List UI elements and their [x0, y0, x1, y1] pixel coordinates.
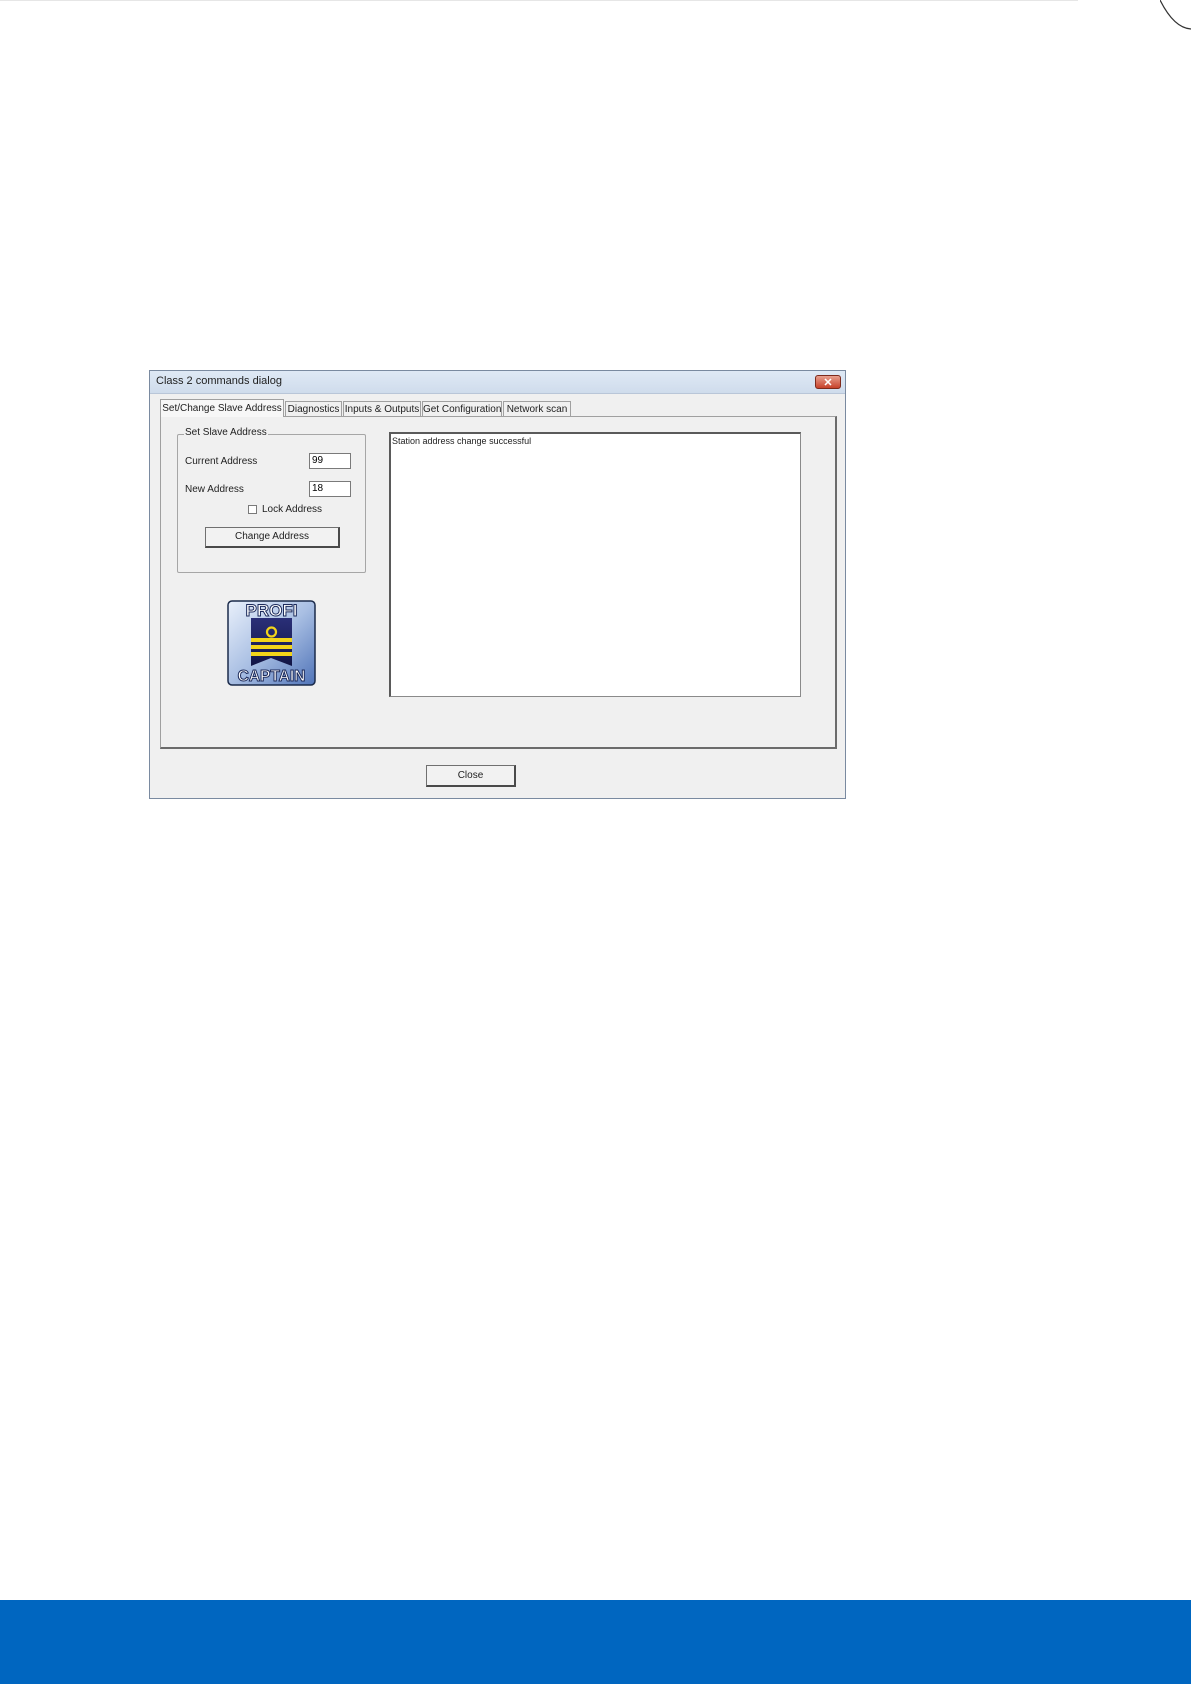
dialog-titlebar: Class 2 commands dialog ✕	[150, 371, 845, 394]
new-address-field[interactable]: 18	[309, 481, 351, 497]
dialog-title: Class 2 commands dialog	[156, 375, 282, 387]
footer-band	[0, 1600, 1191, 1684]
logo-text-captain: CAPTAIN	[238, 668, 306, 685]
tab-diagnostics[interactable]: Diagnostics	[285, 401, 342, 416]
tab-inputs-outputs[interactable]: Inputs & Outputs	[343, 401, 421, 416]
change-address-button[interactable]: Change Address	[205, 527, 340, 548]
set-slave-address-group: Set Slave Address Current Address 99 New…	[177, 427, 366, 573]
status-output-box[interactable]: Station address change successful	[389, 432, 801, 697]
page-corner-curve	[1160, 0, 1191, 30]
current-address-label: Current Address	[185, 456, 258, 467]
logo-text-profi: PROFI	[246, 601, 298, 620]
lock-address-label: Lock Address	[262, 504, 323, 515]
window-close-icon[interactable]: ✕	[815, 375, 841, 389]
tab-get-configuration[interactable]: Get Configuration	[422, 401, 502, 416]
profi-captain-logo: PROFI CAPTAIN	[227, 600, 316, 686]
tab-network-scan[interactable]: Network scan	[503, 401, 571, 416]
status-message: Station address change successful	[392, 436, 532, 446]
new-address-label: New Address	[185, 484, 244, 495]
page-top-rule	[0, 0, 1078, 1]
group-legend: Set Slave Address	[184, 427, 268, 438]
class2-commands-dialog: Class 2 commands dialog ✕ Set/Change Sla…	[149, 370, 846, 799]
lock-address-checkbox[interactable]	[248, 505, 257, 514]
tab-set-change-slave-address[interactable]: Set/Change Slave Address	[160, 399, 284, 417]
current-address-field[interactable]: 99	[309, 453, 351, 469]
tab-panel-set-slave-address: Set Slave Address Current Address 99 New…	[160, 416, 837, 749]
close-button[interactable]: Close	[426, 765, 516, 787]
